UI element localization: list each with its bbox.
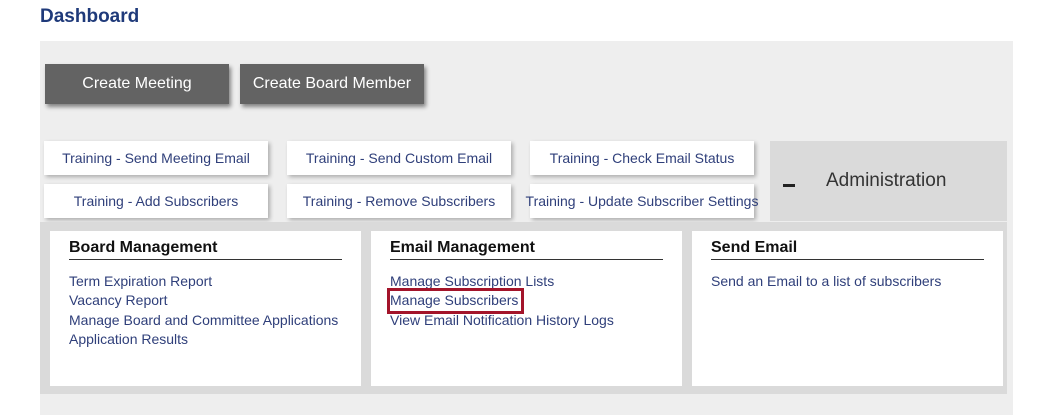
administration-toggle[interactable]: Administration [770,141,1007,221]
send-email-links: Send an Email to a list of subscribers [711,272,941,291]
term-expiration-report-link[interactable]: Term Expiration Report [69,272,338,291]
training-send-custom-email-button[interactable]: Training - Send Custom Email [287,141,511,175]
create-meeting-button[interactable]: Create Meeting [45,64,229,104]
board-management-links: Term Expiration Report Vacancy Report Ma… [69,272,338,349]
training-check-email-status-button[interactable]: Training - Check Email Status [530,141,754,175]
send-email-card: Send Email Send an Email to a list of su… [692,231,1003,386]
email-management-card: Email Management Manage Subscription Lis… [371,231,682,386]
training-send-meeting-email-button[interactable]: Training - Send Meeting Email [44,141,268,175]
send-email-to-list-link[interactable]: Send an Email to a list of subscribers [711,272,941,291]
training-add-subscribers-button[interactable]: Training - Add Subscribers [44,184,268,218]
application-results-link[interactable]: Application Results [69,330,338,349]
training-remove-subscribers-button[interactable]: Training - Remove Subscribers [287,184,511,218]
email-management-links: Manage Subscription Lists Manage Subscri… [386,272,614,330]
training-update-subscriber-settings-button[interactable]: Training - Update Subscriber Settings [526,184,758,218]
create-board-member-button[interactable]: Create Board Member [240,64,424,104]
manage-board-committee-applications-link[interactable]: Manage Board and Committee Applications [69,311,338,330]
board-management-title: Board Management [69,239,342,260]
email-management-title: Email Management [390,239,663,260]
board-management-card: Board Management Term Expiration Report … [50,231,361,386]
minus-icon [783,183,795,187]
vacancy-report-link[interactable]: Vacancy Report [69,291,338,310]
page-title: Dashboard [40,6,140,27]
view-email-notification-history-logs-link[interactable]: View Email Notification History Logs [390,311,614,330]
manage-subscribers-link[interactable]: Manage Subscribers [386,288,525,314]
administration-label: Administration [826,170,947,191]
manage-subscription-lists-link[interactable]: Manage Subscription Lists [390,272,614,291]
send-email-title: Send Email [711,239,984,260]
